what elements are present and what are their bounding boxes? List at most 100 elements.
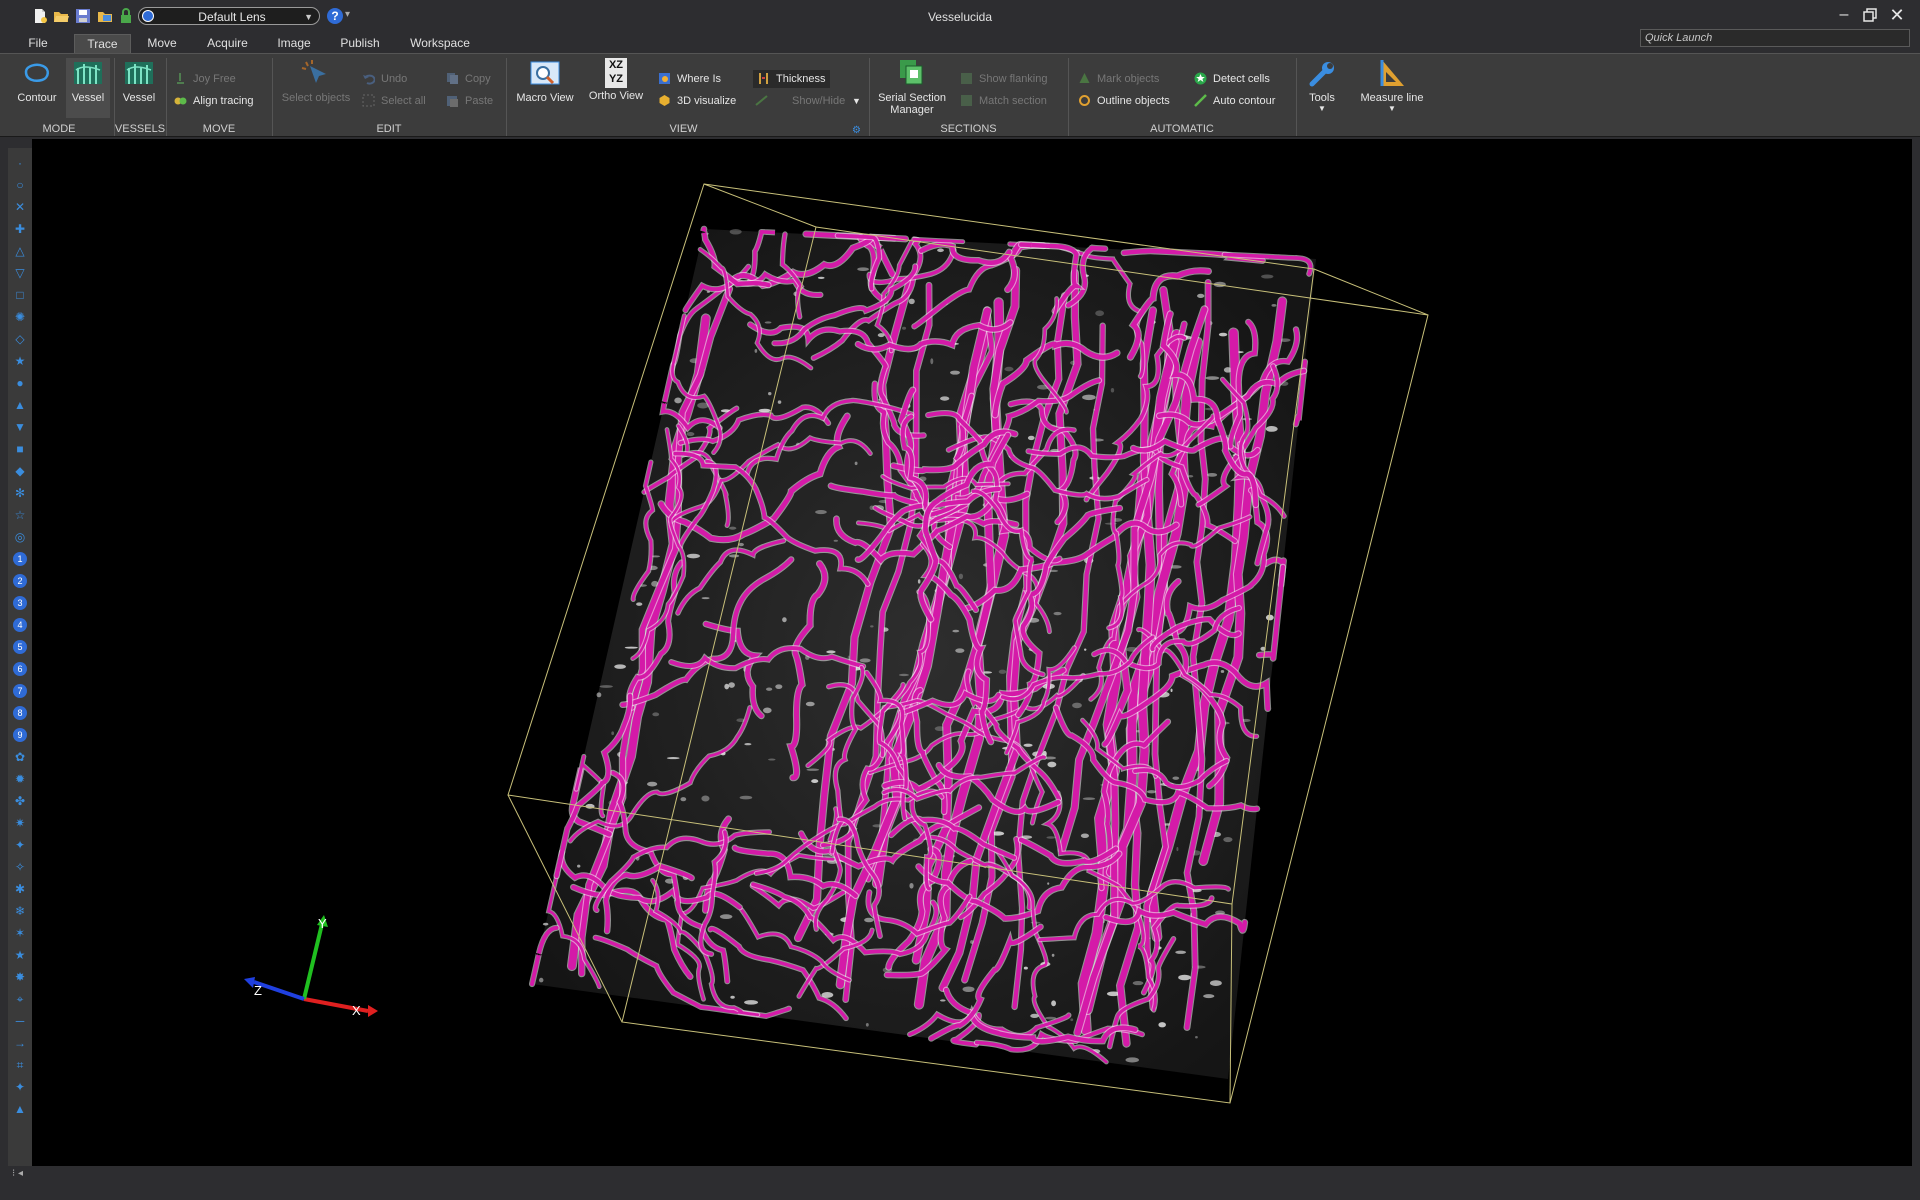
marker-3-icon[interactable]: 3	[13, 596, 27, 610]
marker-burst-2-icon[interactable]: ✸	[13, 970, 27, 984]
marker-star-filled-icon[interactable]: ★	[13, 948, 27, 962]
marker-circle-icon[interactable]: ○	[13, 178, 27, 192]
3d-viewport[interactable]: X Y Z	[32, 139, 1912, 1166]
tissue-speckle	[1271, 304, 1277, 307]
joy-free-button[interactable]: Joy Free	[174, 70, 236, 88]
tab-acquire[interactable]: Acquire	[200, 34, 255, 53]
marker-cross-icon[interactable]: ✚	[13, 222, 27, 236]
open-folder-icon[interactable]	[53, 8, 69, 24]
marker-snowflake-icon[interactable]: ✻	[13, 486, 27, 500]
marker-clover-icon[interactable]: ✤	[13, 794, 27, 808]
mark-objects-button[interactable]: Mark objects	[1078, 70, 1159, 88]
marker-dot-icon[interactable]: ·	[13, 156, 27, 170]
marker-triangle-filled-icon[interactable]: ▲	[13, 398, 27, 412]
undo-button[interactable]: Undo	[362, 70, 407, 88]
marker-triangle-down-icon[interactable]: ▽	[13, 266, 27, 280]
show-flanking-button[interactable]: Show flanking	[960, 70, 1048, 88]
vessel-button[interactable]: Vessel	[116, 58, 162, 104]
vessel-mode-button[interactable]: Vessel	[66, 58, 110, 118]
marker-flower-icon[interactable]: ✿	[13, 750, 27, 764]
serial-section-icon	[896, 58, 928, 90]
marker-pyramid-icon[interactable]: ▲	[13, 1102, 27, 1116]
marker-9-icon[interactable]: 9	[13, 728, 27, 742]
serial-section-manager-button[interactable]: Serial Section Manager	[874, 58, 950, 116]
tools-button[interactable]: Tools ▼	[1302, 58, 1342, 113]
tab-move[interactable]: Move	[141, 34, 183, 53]
marker-5-icon[interactable]: 5	[13, 640, 27, 654]
marker-star-6-icon[interactable]: ✶	[13, 926, 27, 940]
ortho-icon-bottom: YZ	[608, 73, 624, 85]
quick-launch-input[interactable]: Quick Launch	[1640, 29, 1910, 47]
marker-triangle-icon[interactable]: △	[13, 244, 27, 258]
marker-7-icon[interactable]: 7	[13, 684, 27, 698]
show-hide-button[interactable]: Show/Hide	[755, 92, 845, 110]
tab-image[interactable]: Image	[272, 34, 316, 53]
outline-objects-button[interactable]: Outline objects	[1078, 92, 1170, 110]
auto-contour-button[interactable]: Auto contour	[1194, 92, 1275, 110]
marker-asterisk-icon[interactable]: ✱	[13, 882, 27, 896]
tab-publish[interactable]: Publish	[333, 34, 387, 53]
lock-icon[interactable]	[118, 8, 134, 24]
marker-square-filled-icon[interactable]: ■	[13, 442, 27, 456]
marker-8-icon[interactable]: 8	[13, 706, 27, 720]
vessel-label: Vessel	[122, 92, 156, 104]
tab-trace[interactable]: Trace	[74, 34, 131, 53]
match-section-button[interactable]: Match section	[960, 92, 1047, 110]
measure-line-label: Measure line	[1360, 92, 1424, 104]
thickness-button[interactable]: Thickness	[753, 70, 830, 88]
marker-target-icon[interactable]: ◎	[13, 530, 27, 544]
marker-1-icon[interactable]: 1	[13, 552, 27, 566]
paste-button[interactable]: Paste	[446, 92, 493, 110]
tissue-speckle	[1046, 836, 1056, 839]
marker-crosshair-icon[interactable]: ⌖	[13, 992, 27, 1006]
help-button[interactable]: ?	[327, 8, 343, 24]
customize-toolbar-icon[interactable]: ▾	[345, 9, 350, 20]
ortho-view-button[interactable]: XZ YZ Ortho View	[584, 58, 648, 102]
tissue-speckle	[766, 687, 773, 691]
marker-line-icon[interactable]: ─	[13, 1014, 27, 1028]
show-hide-dropdown-icon[interactable]: ▼	[852, 92, 861, 110]
minimize-icon[interactable]: –	[1831, 4, 1857, 26]
marker-x-icon[interactable]: ✕	[13, 200, 27, 214]
marker-triangle-down-filled-icon[interactable]: ▼	[13, 420, 27, 434]
marker-star-icon[interactable]: ★	[13, 354, 27, 368]
where-is-button[interactable]: Where Is	[658, 70, 721, 88]
marker-sparkle-icon[interactable]: ✦	[13, 838, 27, 852]
lens-select[interactable]: Default Lens ▼	[138, 7, 320, 25]
macro-view-button[interactable]: Macro View	[512, 58, 578, 104]
close-icon[interactable]: ✕	[1884, 4, 1910, 26]
select-all-button[interactable]: Select all	[362, 92, 426, 110]
marker-plus-star-icon[interactable]: ✧	[13, 860, 27, 874]
new-file-icon[interactable]	[32, 8, 48, 24]
copy-button[interactable]: Copy	[446, 70, 491, 88]
detect-cells-button[interactable]: Detect cells	[1194, 70, 1270, 88]
open-image-icon[interactable]	[97, 8, 113, 24]
lens-icon	[142, 10, 154, 22]
marker-diamond-filled-icon[interactable]: ◆	[13, 464, 27, 478]
marker-diamond-icon[interactable]: ◇	[13, 332, 27, 346]
3d-visualize-button[interactable]: 3D visualize	[658, 92, 736, 110]
marker-6-icon[interactable]: 6	[13, 662, 27, 676]
tab-workspace[interactable]: Workspace	[403, 34, 477, 53]
status-bar: ⁝ ◂	[0, 1166, 1920, 1200]
marker-burst-icon[interactable]: ✷	[13, 816, 27, 830]
marker-hash-icon[interactable]: ⌗	[13, 1058, 27, 1072]
marker-circle-filled-icon[interactable]: ●	[13, 376, 27, 390]
marker-gear-icon[interactable]: ✺	[13, 310, 27, 324]
measure-line-button[interactable]: Measure line ▼	[1352, 58, 1432, 113]
marker-4-icon[interactable]: 4	[13, 618, 27, 632]
marker-2-icon[interactable]: 2	[13, 574, 27, 588]
save-icon[interactable]	[75, 8, 91, 24]
marker-sun-icon[interactable]: ✹	[13, 772, 27, 786]
restore-icon[interactable]	[1857, 4, 1883, 26]
contour-button[interactable]: Contour	[12, 58, 62, 104]
marker-arrow-icon[interactable]: →	[13, 1036, 27, 1050]
select-objects-button[interactable]: Select objects	[278, 58, 354, 104]
marker-snow-icon[interactable]: ❄	[13, 904, 27, 918]
select-objects-label: Select objects	[281, 92, 351, 104]
tab-file[interactable]: File	[24, 34, 52, 53]
marker-square-icon[interactable]: □	[13, 288, 27, 302]
marker-four-point-icon[interactable]: ✦	[13, 1080, 27, 1094]
align-tracing-button[interactable]: Align tracing	[174, 92, 254, 110]
marker-star-outline-icon[interactable]: ☆	[13, 508, 27, 522]
